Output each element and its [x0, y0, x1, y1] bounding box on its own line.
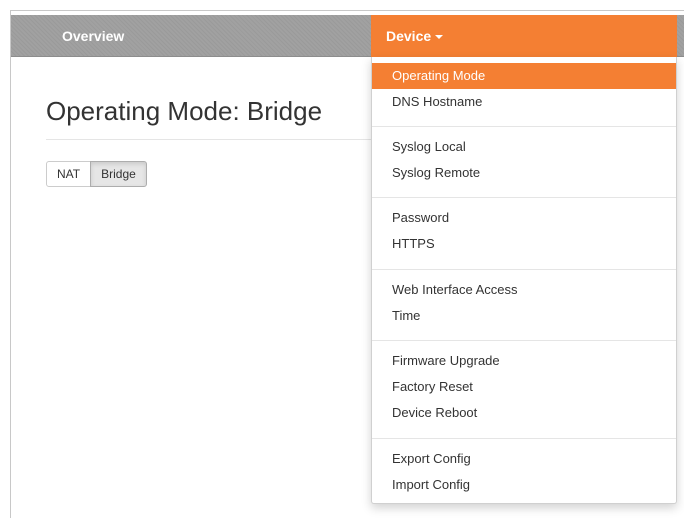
menu-divider — [372, 438, 676, 439]
menu-item-web-interface-access[interactable]: Web Interface Access — [372, 277, 676, 303]
top-navbar: Overview Device — [11, 15, 684, 57]
mode-nat-button[interactable]: NAT — [46, 161, 92, 187]
menu-divider — [372, 340, 676, 341]
device-dropdown-menu: Operating Mode DNS Hostname Syslog Local… — [371, 57, 677, 504]
menu-item-firmware-upgrade[interactable]: Firmware Upgrade — [372, 348, 676, 374]
menu-item-export-config[interactable]: Export Config — [372, 446, 676, 472]
menu-item-import-config[interactable]: Import Config — [372, 472, 676, 498]
menu-item-https[interactable]: HTTPS — [372, 231, 676, 257]
menu-divider — [372, 126, 676, 127]
menu-item-device-reboot[interactable]: Device Reboot — [372, 400, 676, 426]
caret-down-icon — [435, 35, 444, 40]
operating-mode-toggle: NAT Bridge — [46, 161, 147, 187]
app-window: Overview Device Operating Mode: Bridge N… — [10, 10, 684, 518]
menu-item-dns-hostname[interactable]: DNS Hostname — [372, 89, 676, 115]
nav-device-menu-button[interactable]: Device — [371, 15, 677, 57]
mode-bridge-button[interactable]: Bridge — [90, 161, 147, 187]
menu-divider — [372, 197, 676, 198]
page-title: Operating Mode: Bridge — [46, 96, 323, 126]
menu-item-factory-reset[interactable]: Factory Reset — [372, 374, 676, 400]
nav-overview-link[interactable]: Overview — [62, 15, 124, 57]
menu-divider — [372, 269, 676, 270]
nav-device-label: Device — [386, 28, 432, 44]
menu-item-syslog-local[interactable]: Syslog Local — [372, 134, 676, 160]
menu-item-password[interactable]: Password — [372, 205, 676, 231]
menu-item-syslog-remote[interactable]: Syslog Remote — [372, 160, 676, 186]
menu-item-operating-mode[interactable]: Operating Mode — [372, 63, 676, 89]
menu-item-time[interactable]: Time — [372, 303, 676, 329]
